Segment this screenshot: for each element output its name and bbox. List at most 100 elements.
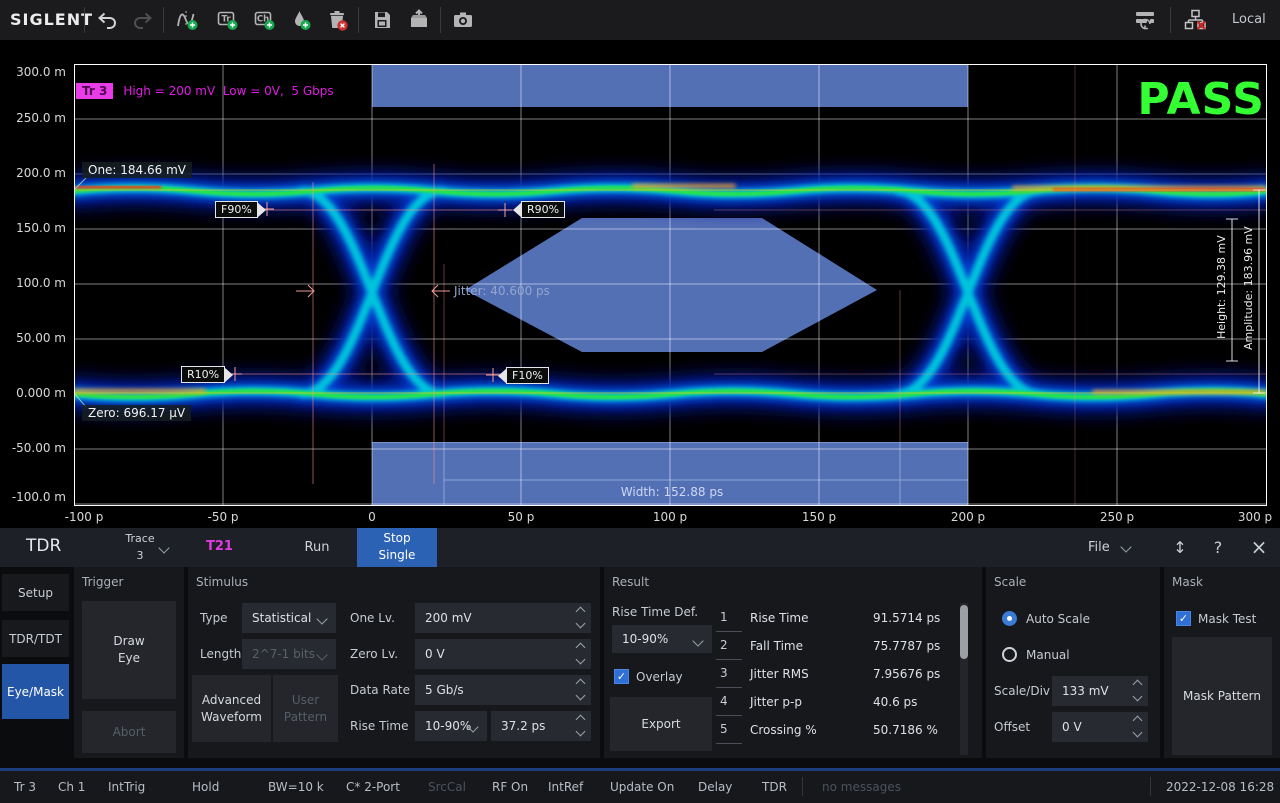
toolbar-separator	[1170, 7, 1171, 33]
result-row-value: 50.7186 %	[873, 723, 938, 737]
add-waveform-icon[interactable]	[176, 9, 198, 31]
result-scrollbar[interactable]	[960, 603, 968, 755]
result-row-value: 75.7787 ps	[873, 639, 940, 653]
recall-icon[interactable]	[408, 9, 430, 31]
spinner-buttons[interactable]	[577, 680, 584, 699]
spinner-buttons[interactable]	[577, 716, 584, 735]
status-channel: Ch 1	[58, 780, 85, 794]
system-list-icon[interactable]	[1134, 9, 1156, 31]
status-separator	[1150, 777, 1151, 796]
rise-time-def-dropdown[interactable]: 10-90%	[415, 711, 487, 741]
spinner-buttons[interactable]	[1134, 681, 1141, 700]
status-trigger: IntTrig	[108, 780, 145, 794]
toolbar-separator	[358, 7, 359, 33]
overlay-checkbox[interactable]	[614, 669, 629, 684]
manual-scale-radio[interactable]	[1002, 647, 1017, 662]
scrollbar-thumb[interactable]	[960, 605, 968, 659]
offset-input[interactable]: 0 V	[1052, 712, 1148, 742]
scale-section-title: Scale	[994, 575, 1026, 589]
status-delay: Delay	[698, 780, 732, 794]
delete-trace-icon[interactable]	[326, 9, 348, 31]
network-disconnected-icon[interactable]	[1184, 9, 1206, 31]
length-value: 2^7-1 bits	[252, 647, 315, 661]
abort-label: Abort	[113, 724, 146, 741]
result-rise-def-value: 10-90%	[622, 632, 668, 646]
help-icon[interactable]: ?	[1211, 528, 1225, 567]
x-tick: -50 p	[207, 510, 238, 524]
auto-scale-radio[interactable]	[1002, 611, 1017, 626]
top-toolbar: SIGLENT Tr Ch	[0, 0, 1280, 40]
sidebar-item-setup[interactable]: Setup	[2, 574, 69, 611]
x-tick: 250 p	[1100, 510, 1134, 524]
status-cal: C* 2-Port	[346, 780, 400, 794]
jitter-label: Jitter: 40.600 ps	[454, 284, 550, 298]
advanced-waveform-button[interactable]: Advanced Waveform	[192, 675, 271, 742]
y-tick: 0.000 m	[0, 386, 66, 402]
sidebar-item-eye-mask[interactable]: Eye/Mask	[2, 664, 69, 719]
type-value: Statistical	[252, 611, 311, 625]
add-channel-icon[interactable]: Ch	[253, 9, 275, 31]
overlay-label: Overlay	[636, 670, 683, 684]
height-label: Height: 129.38 mV	[1215, 199, 1228, 375]
eye-diagram-region: Tr 3High = 200 mV Low = 0V, 5 Gbps 300.0…	[0, 40, 1280, 528]
zero-level-field-label: Zero Lv.	[350, 647, 398, 661]
length-label: Length	[200, 647, 241, 661]
file-menu[interactable]: File	[1088, 528, 1110, 567]
stop-single-button[interactable]: Stop Single	[357, 528, 437, 567]
rise-time-input[interactable]: 37.2 ps	[491, 711, 591, 741]
result-row-num: 5	[716, 717, 742, 744]
data-rate-value: 5 Gb/s	[425, 683, 464, 697]
toolbar-separator	[163, 7, 164, 33]
undo-icon[interactable]	[96, 9, 118, 31]
y-tick: 50.00 m	[0, 331, 66, 347]
type-dropdown[interactable]: Statistical	[242, 603, 336, 633]
length-dropdown[interactable]: 2^7-1 bits	[242, 639, 336, 669]
draw-eye-line1: Draw	[113, 633, 144, 650]
result-row-num: 2	[716, 633, 742, 660]
draw-eye-button[interactable]: Draw Eye	[82, 601, 176, 699]
scale-div-label: Scale/Div	[994, 684, 1050, 698]
add-trace-icon[interactable]: Tr	[216, 9, 238, 31]
toolbar-separator	[84, 7, 85, 33]
stimulus-section-title: Stimulus	[196, 575, 248, 589]
user-pattern-button[interactable]: User Pattern	[273, 675, 338, 742]
connection-mode-label[interactable]: Local	[1232, 0, 1266, 40]
trigger-section: Trigger Draw Eye Abort	[74, 567, 184, 758]
run-button[interactable]: Run	[288, 528, 346, 567]
sidebar-item-tdr-tdt[interactable]: TDR/TDT	[2, 620, 69, 657]
spinner-buttons[interactable]	[1134, 717, 1141, 736]
result-row-name: Jitter p-p	[750, 695, 802, 709]
trace-selector-number: 3	[137, 549, 144, 562]
mask-test-checkbox[interactable]	[1176, 611, 1191, 626]
x-tick: 100 p	[653, 510, 687, 524]
scale-div-input[interactable]: 133 mV	[1052, 676, 1148, 706]
abort-button[interactable]: Abort	[82, 711, 176, 753]
manual-scale-label: Manual	[1026, 648, 1070, 662]
add-marker-icon[interactable]	[289, 9, 311, 31]
one-level-input[interactable]: 200 mV	[415, 603, 591, 633]
spinner-buttons[interactable]	[577, 644, 584, 663]
offset-label: Offset	[994, 720, 1030, 734]
export-button[interactable]: Export	[610, 697, 712, 751]
spinner-buttons[interactable]	[577, 608, 584, 627]
y-tick: 250.0 m	[0, 111, 66, 127]
zero-level-input[interactable]: 0 V	[415, 639, 591, 669]
status-intref: IntRef	[548, 780, 583, 794]
user-pattern-line1: User	[292, 692, 319, 709]
expand-panel-icon[interactable]: ↕	[1172, 528, 1188, 567]
result-row-value: 40.6 ps	[873, 695, 917, 709]
mask-pattern-button[interactable]: Mask Pattern	[1172, 637, 1272, 755]
screenshot-camera-icon[interactable]	[452, 9, 474, 31]
save-icon[interactable]	[371, 9, 393, 31]
result-row-name: Fall Time	[750, 639, 803, 653]
mask-test-result: PASS	[1137, 78, 1265, 122]
status-update: Update On	[610, 780, 674, 794]
control-panel: TDR Trace 3 T21 Run Stop Single File ↕ ?…	[0, 528, 1280, 768]
trace-selector-word: Trace	[125, 532, 154, 545]
data-rate-input[interactable]: 5 Gb/s	[415, 675, 591, 705]
result-rise-def-dropdown[interactable]: 10-90%	[612, 625, 712, 653]
close-panel-icon[interactable]: ×	[1249, 528, 1269, 567]
trace-id-tab[interactable]: T21	[206, 539, 233, 554]
redo-icon[interactable]	[132, 9, 154, 31]
eye-diagram-plot[interactable]: One: 184.66 mV Zero: 696.17 µV F90% R90%…	[74, 64, 1267, 506]
